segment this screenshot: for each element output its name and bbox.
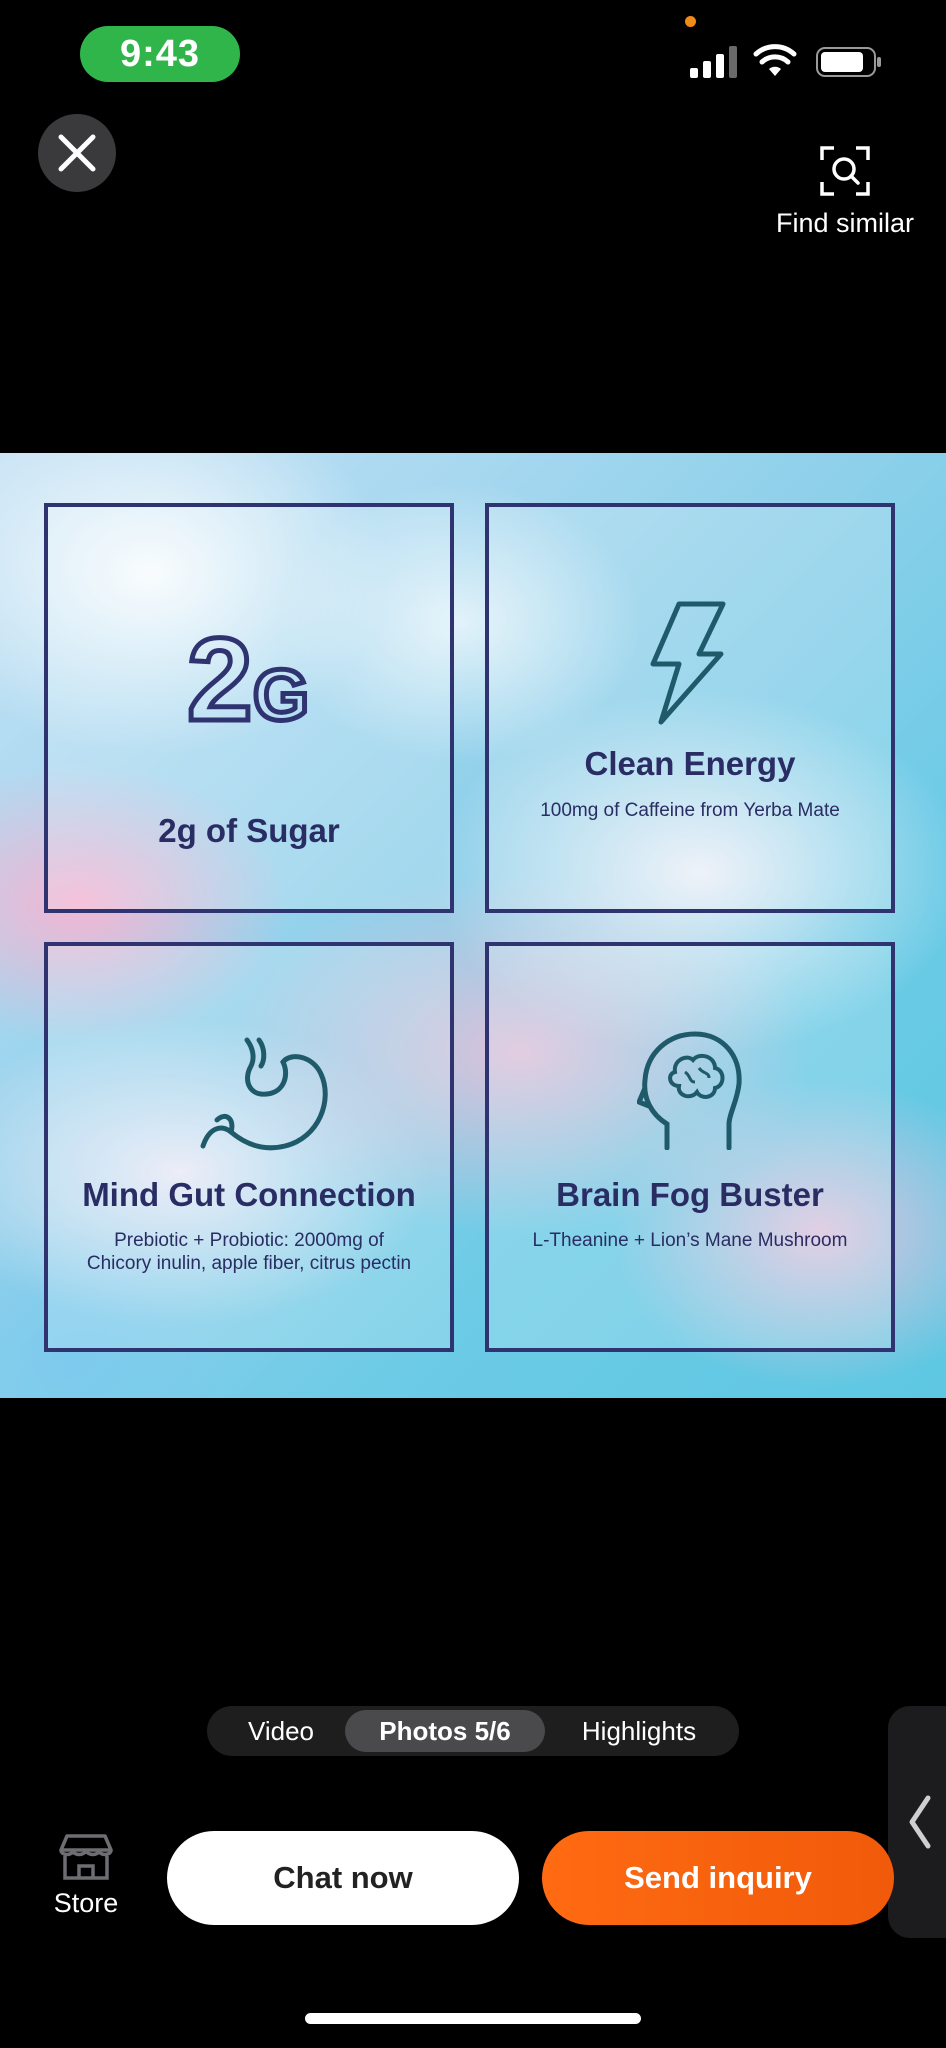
tile-title-sugar: 2g of Sugar	[158, 812, 340, 849]
find-similar-button[interactable]: Find similar	[760, 140, 930, 239]
tile-subtitle-energy: 100mg of Caffeine from Yerba Mate	[540, 800, 840, 821]
tile-title-gut: Mind Gut Connection	[82, 1176, 416, 1213]
brain-head-icon	[637, 1031, 742, 1150]
wifi-icon	[753, 44, 797, 76]
store-label: Store	[53, 1888, 119, 1918]
2g-icon: 2 G	[187, 620, 312, 730]
svg-text:2: 2	[187, 620, 253, 730]
tile-subtitle-gut-line2: Chicory inulin, apple fiber, citrus pect…	[86, 1253, 412, 1274]
feature-tile-sugar: 2 G 2g of Sugar	[44, 503, 454, 913]
tile-subtitle-gut-line1: Prebiotic + Probiotic: 2000mg of	[114, 1230, 384, 1251]
tile-title-energy: Clean Energy	[584, 745, 796, 782]
chat-now-button[interactable]: Chat now	[167, 1831, 519, 1925]
image-search-icon	[820, 146, 870, 196]
close-icon	[58, 134, 96, 172]
tab-photos[interactable]: Photos 5/6	[345, 1710, 545, 1752]
product-image[interactable]: 2 G 2g of Sugar Clean Energy 100mg of Ca…	[0, 453, 946, 1398]
tile-subtitle-brain: L-Theanine + Lion’s Mane Mushroom	[532, 1230, 848, 1251]
lightning-bolt-icon	[650, 601, 726, 725]
close-button[interactable]	[38, 114, 116, 192]
send-inquiry-button[interactable]: Send inquiry	[542, 1831, 894, 1925]
store-button[interactable]: Store	[40, 1834, 132, 1919]
chevron-left-icon	[909, 1795, 931, 1849]
side-panel-handle[interactable]	[888, 1706, 946, 1938]
find-similar-label: Find similar	[775, 208, 915, 238]
battery-icon	[816, 47, 881, 77]
cellular-signal-icon	[690, 46, 737, 78]
feature-tile-brain: Brain Fog Buster L-Theanine + Lion’s Man…	[485, 942, 895, 1352]
stomach-icon	[200, 1037, 328, 1151]
tile-title-brain: Brain Fog Buster	[556, 1176, 824, 1213]
status-time: 9:43	[80, 26, 240, 82]
feature-tile-energy: Clean Energy 100mg of Caffeine from Yerb…	[485, 503, 895, 913]
privacy-indicator-dot	[685, 16, 696, 27]
tab-video[interactable]: Video	[225, 1710, 337, 1752]
home-indicator[interactable]	[305, 2013, 641, 2024]
svg-text:G: G	[253, 656, 309, 730]
storefront-icon	[59, 1834, 113, 1880]
media-tabs: Video Photos 5/6 Highlights	[207, 1706, 739, 1756]
feature-tile-gut: Mind Gut Connection Prebiotic + Probioti…	[44, 942, 454, 1352]
tab-highlights[interactable]: Highlights	[555, 1710, 723, 1752]
